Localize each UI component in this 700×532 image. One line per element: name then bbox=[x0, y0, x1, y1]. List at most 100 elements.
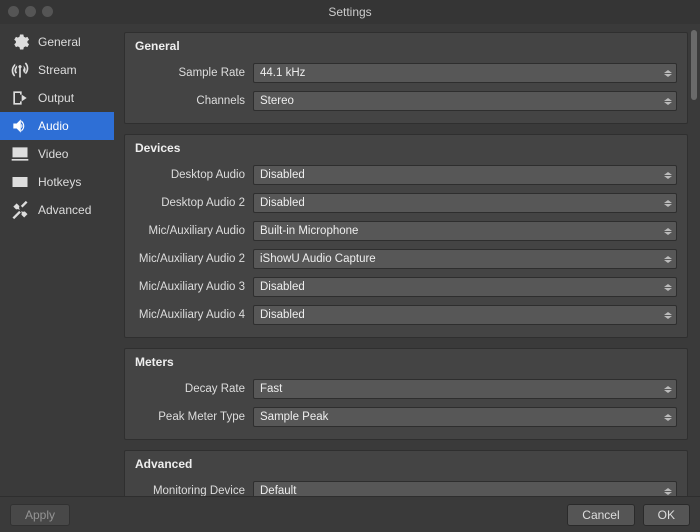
keyboard-icon bbox=[10, 172, 30, 192]
ok-button[interactable]: OK bbox=[643, 504, 690, 526]
audio-icon bbox=[10, 116, 30, 136]
tools-icon bbox=[10, 200, 30, 220]
stepper-icon bbox=[662, 223, 674, 239]
stepper-icon bbox=[662, 381, 674, 397]
sidebar-item-label: Output bbox=[38, 91, 74, 105]
label: Peak Meter Type bbox=[135, 411, 253, 423]
sidebar-item-output[interactable]: Output bbox=[0, 84, 114, 112]
row-decay-rate: Decay Rate Fast bbox=[135, 377, 677, 401]
settings-scroll: General Sample Rate 44.1 kHz Channels St… bbox=[114, 24, 688, 496]
sample-rate-select[interactable]: 44.1 kHz bbox=[253, 63, 677, 83]
body: General Stream Output Audio Video Hotkey… bbox=[0, 24, 700, 496]
channels-select[interactable]: Stereo bbox=[253, 91, 677, 111]
group-title: Devices bbox=[135, 141, 677, 155]
stepper-icon bbox=[662, 483, 674, 496]
peak-meter-type-select[interactable]: Sample Peak bbox=[253, 407, 677, 427]
select-value: Disabled bbox=[260, 281, 305, 293]
stepper-icon bbox=[662, 251, 674, 267]
label: Decay Rate bbox=[135, 383, 253, 395]
label: Mic/Auxiliary Audio 2 bbox=[135, 253, 253, 265]
window-title: Settings bbox=[328, 5, 371, 19]
settings-window: Settings General Stream Output Audio Vid bbox=[0, 0, 700, 532]
mic-aux-2-select[interactable]: iShowU Audio Capture bbox=[253, 249, 677, 269]
row-channels: Channels Stereo bbox=[135, 89, 677, 113]
row-desktop-audio-2: Desktop Audio 2 Disabled bbox=[135, 191, 677, 215]
stepper-icon bbox=[662, 167, 674, 183]
label: Mic/Auxiliary Audio bbox=[135, 225, 253, 237]
stepper-icon bbox=[662, 195, 674, 211]
decay-rate-select[interactable]: Fast bbox=[253, 379, 677, 399]
label: Desktop Audio 2 bbox=[135, 197, 253, 209]
stepper-icon bbox=[662, 65, 674, 81]
desktop-audio-select[interactable]: Disabled bbox=[253, 165, 677, 185]
label: Monitoring Device bbox=[135, 485, 253, 496]
group-meters: Meters Decay Rate Fast Peak Meter Type S… bbox=[124, 348, 688, 440]
desktop-audio-2-select[interactable]: Disabled bbox=[253, 193, 677, 213]
output-icon bbox=[10, 88, 30, 108]
mic-aux-3-select[interactable]: Disabled bbox=[253, 277, 677, 297]
label: Desktop Audio bbox=[135, 169, 253, 181]
stepper-icon bbox=[662, 93, 674, 109]
sidebar-item-label: Audio bbox=[38, 119, 69, 133]
row-mic-aux-4: Mic/Auxiliary Audio 4 Disabled bbox=[135, 303, 677, 327]
select-value: Built-in Microphone bbox=[260, 225, 358, 237]
window-controls bbox=[8, 6, 53, 17]
row-peak-meter-type: Peak Meter Type Sample Peak bbox=[135, 405, 677, 429]
monitor-icon bbox=[10, 144, 30, 164]
group-title: Advanced bbox=[135, 457, 677, 471]
apply-button[interactable]: Apply bbox=[10, 504, 70, 526]
select-value: Stereo bbox=[260, 95, 294, 107]
sidebar-item-advanced[interactable]: Advanced bbox=[0, 196, 114, 224]
main-panel: General Sample Rate 44.1 kHz Channels St… bbox=[114, 24, 700, 496]
row-mic-aux-2: Mic/Auxiliary Audio 2 iShowU Audio Captu… bbox=[135, 247, 677, 271]
sidebar-item-label: Stream bbox=[38, 63, 77, 77]
antenna-icon bbox=[10, 60, 30, 80]
select-value: Sample Peak bbox=[260, 411, 328, 423]
cancel-button[interactable]: Cancel bbox=[567, 504, 634, 526]
row-mic-aux-3: Mic/Auxiliary Audio 3 Disabled bbox=[135, 275, 677, 299]
group-title: General bbox=[135, 39, 677, 53]
minimize-dot[interactable] bbox=[25, 6, 36, 17]
row-desktop-audio: Desktop Audio Disabled bbox=[135, 163, 677, 187]
select-value: Disabled bbox=[260, 197, 305, 209]
select-value: Disabled bbox=[260, 309, 305, 321]
sidebar-item-label: Hotkeys bbox=[38, 175, 81, 189]
scrollbar[interactable] bbox=[688, 24, 700, 496]
label: Mic/Auxiliary Audio 3 bbox=[135, 281, 253, 293]
mic-aux-4-select[interactable]: Disabled bbox=[253, 305, 677, 325]
zoom-dot[interactable] bbox=[42, 6, 53, 17]
titlebar: Settings bbox=[0, 0, 700, 24]
stepper-icon bbox=[662, 307, 674, 323]
scrollbar-thumb[interactable] bbox=[691, 30, 697, 100]
select-value: Disabled bbox=[260, 169, 305, 181]
select-value: Default bbox=[260, 485, 296, 496]
label: Sample Rate bbox=[135, 67, 253, 79]
row-monitoring-device: Monitoring Device Default bbox=[135, 479, 677, 496]
select-value: 44.1 kHz bbox=[260, 67, 305, 79]
sidebar-item-general[interactable]: General bbox=[0, 28, 114, 56]
stepper-icon bbox=[662, 279, 674, 295]
group-title: Meters bbox=[135, 355, 677, 369]
row-sample-rate: Sample Rate 44.1 kHz bbox=[135, 61, 677, 85]
sidebar: General Stream Output Audio Video Hotkey… bbox=[0, 24, 114, 496]
row-mic-aux: Mic/Auxiliary Audio Built-in Microphone bbox=[135, 219, 677, 243]
group-devices: Devices Desktop Audio Disabled Desktop A… bbox=[124, 134, 688, 338]
label: Mic/Auxiliary Audio 4 bbox=[135, 309, 253, 321]
monitoring-device-select[interactable]: Default bbox=[253, 481, 677, 496]
gear-icon bbox=[10, 32, 30, 52]
select-value: Fast bbox=[260, 383, 282, 395]
mic-aux-select[interactable]: Built-in Microphone bbox=[253, 221, 677, 241]
sidebar-item-hotkeys[interactable]: Hotkeys bbox=[0, 168, 114, 196]
close-dot[interactable] bbox=[8, 6, 19, 17]
sidebar-item-video[interactable]: Video bbox=[0, 140, 114, 168]
sidebar-item-audio[interactable]: Audio bbox=[0, 112, 114, 140]
sidebar-item-stream[interactable]: Stream bbox=[0, 56, 114, 84]
sidebar-item-label: Video bbox=[38, 147, 68, 161]
stepper-icon bbox=[662, 409, 674, 425]
sidebar-item-label: Advanced bbox=[38, 203, 91, 217]
group-advanced: Advanced Monitoring Device Default bbox=[124, 450, 688, 496]
footer: Apply Cancel OK bbox=[0, 496, 700, 532]
sidebar-item-label: General bbox=[38, 35, 81, 49]
select-value: iShowU Audio Capture bbox=[260, 253, 376, 265]
label: Channels bbox=[135, 95, 253, 107]
